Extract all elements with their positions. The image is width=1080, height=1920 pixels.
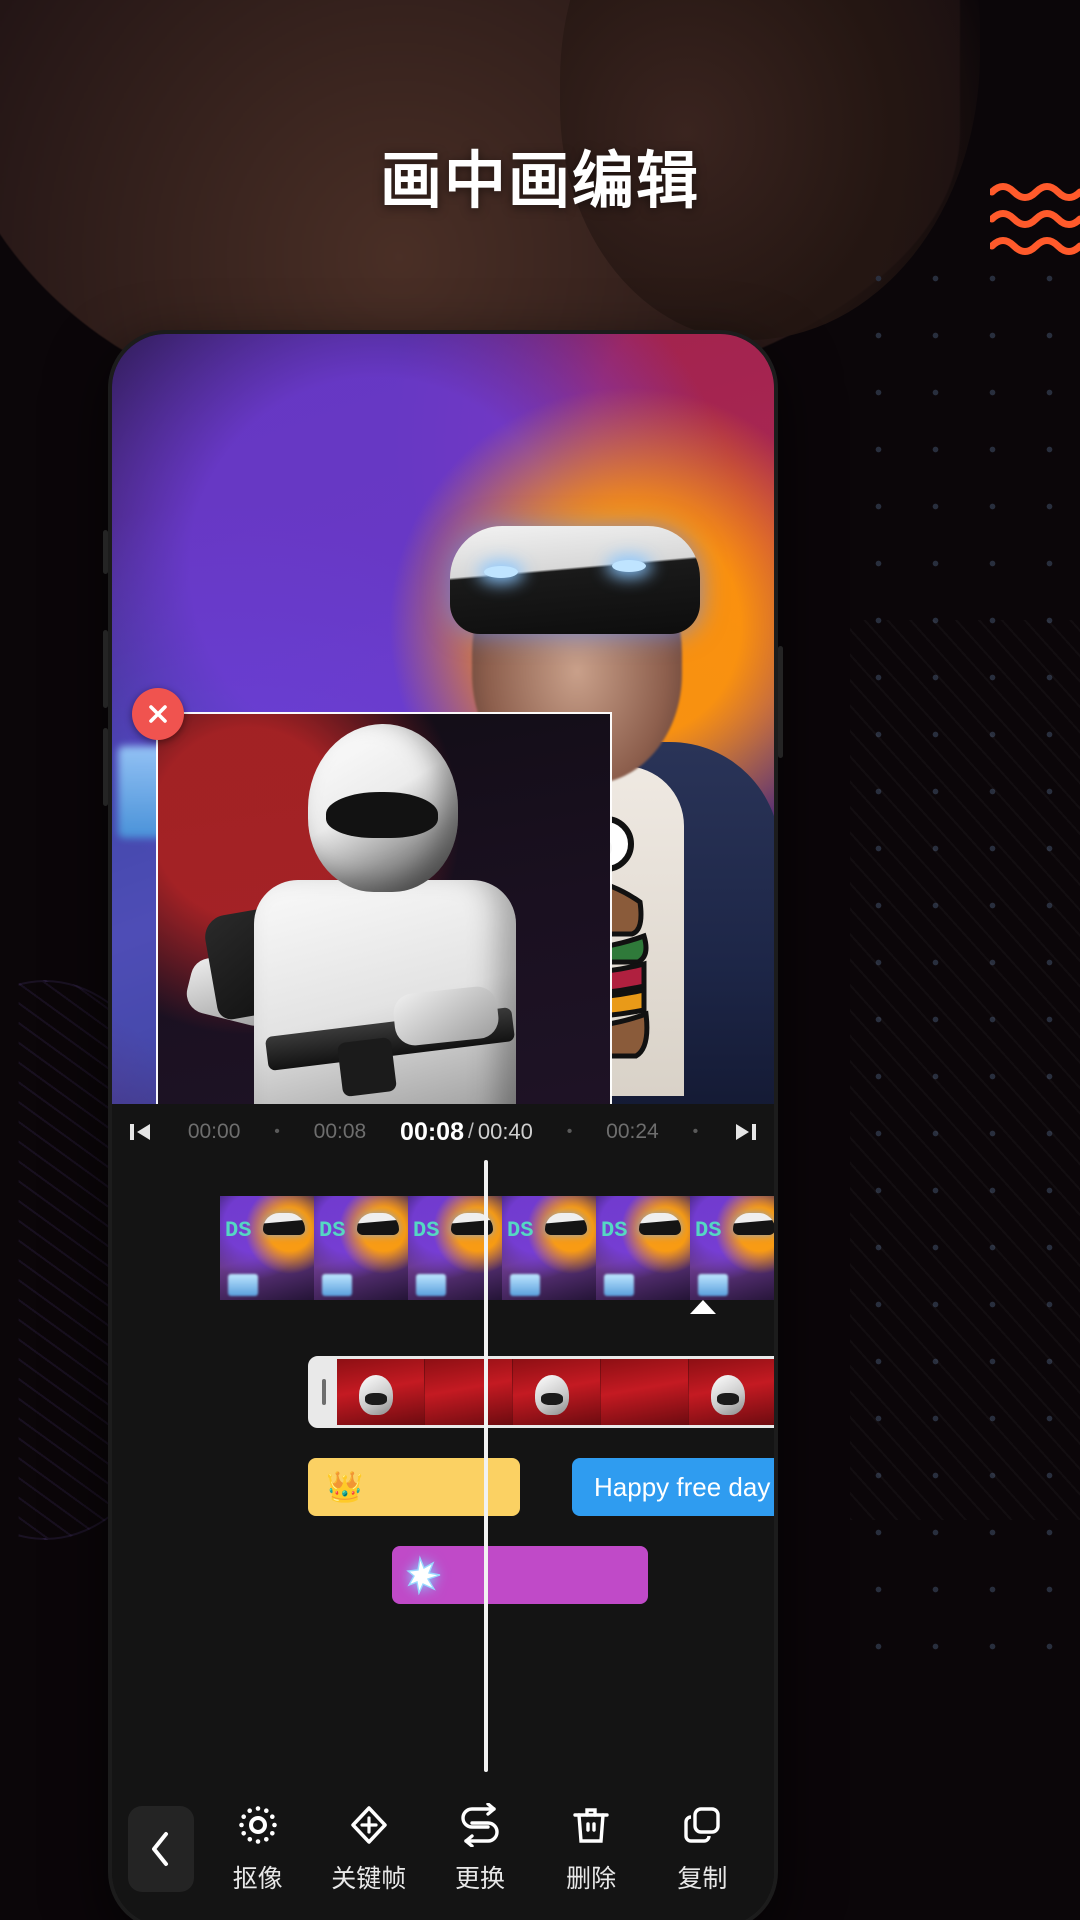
pip-overlay-image [158,714,610,1104]
spark-effect-icon [406,1555,441,1595]
thumbnail-monitor [510,1274,540,1296]
ruler-tick-1: 00:08 [313,1120,367,1143]
main-track-thumbnail[interactable]: DS [502,1196,596,1300]
headset-led-left [484,566,518,578]
main-video-track[interactable]: DS DS DS DS DS DS [220,1196,774,1300]
text-clip-label: Happy free day [594,1471,771,1502]
copy-icon [680,1803,724,1847]
pip-frame-strip [337,1359,774,1425]
total-time: 00:40 [477,1119,533,1144]
playhead[interactable] [484,1160,488,1772]
toolbar-item-replace[interactable]: 更换 [428,1803,532,1895]
back-button[interactable] [128,1806,194,1892]
time-separator: / [468,1120,474,1143]
chroma-key-icon [236,1803,280,1847]
thumbnail-monitor [322,1274,352,1296]
trooper-visor [326,792,438,838]
main-track-thumbnail[interactable]: DS [314,1196,408,1300]
track-selection-caret [690,1300,716,1314]
pip-video-track[interactable] [308,1356,774,1428]
thumbnail-overlay-text: DS [695,1218,722,1243]
sticker-clip-emoji: 👑 [326,1470,364,1504]
screen-root: 画中画编辑 00:00 • 00:08 00:08 / 00:40 • 00:2… [0,0,1080,1920]
thumbnail-overlay-text: DS [225,1218,252,1243]
current-time: 00:08 [400,1117,464,1146]
main-track-thumbnail[interactable]: DS [220,1196,314,1300]
ruler-dot-b: • [566,1123,573,1140]
sticker-clip[interactable]: 👑 [308,1458,520,1516]
keyframe-icon [347,1803,391,1847]
thumbnail-monitor [604,1274,634,1296]
phone-frame: 00:00 • 00:08 00:08 / 00:40 • 00:24 • DS… [103,330,783,1920]
ruler-dot-c: • [692,1123,699,1140]
page-title: 画中画编辑 [379,147,700,216]
thumbnail-overlay-text: DS [319,1218,346,1243]
vr-headset [450,526,700,634]
toolbar-item-label: 抠像 [232,1865,283,1893]
toolbar-item-keyframe[interactable]: 关键帧 [317,1803,421,1895]
text-clip[interactable]: Happy free day [572,1458,774,1516]
pip-track-thumbnail[interactable] [513,1359,601,1425]
close-icon [149,705,167,723]
pip-track-thumbnail[interactable] [601,1359,689,1425]
main-track-thumbnail[interactable]: DS [596,1196,690,1300]
phone-button-power [778,646,783,758]
timeline[interactable]: DS DS DS DS DS DS 👑 Happy free day [112,1160,774,1772]
diagonal-lines-pattern [850,620,1080,1520]
toolbar-item-trash[interactable]: 删除 [539,1803,643,1895]
pip-track-thumbnail[interactable] [425,1359,513,1425]
toolbar-item-label: 关键帧 [331,1865,407,1893]
toolbar-item-label: 删除 [566,1865,617,1893]
phone-button-volume-up [103,630,108,708]
bottom-toolbar: 抠像 关键帧 更换 删除 复制 [112,1772,774,1920]
thumbnail-overlay-text: DS [413,1218,440,1243]
trooper-blaster-grip [336,1036,398,1098]
ruler-dot-a: • [274,1123,280,1140]
ruler-tick-0: 00:00 [187,1120,241,1143]
toolbar-item-chroma-key[interactable]: 抠像 [206,1803,310,1895]
skip-to-end-icon[interactable] [732,1118,760,1146]
chevron-left-icon [152,1832,168,1866]
pip-track-thumbnail[interactable] [689,1359,774,1425]
toolbar-item-label: 复制 [677,1865,728,1893]
phone-screen: 00:00 • 00:08 00:08 / 00:40 • 00:24 • DS… [112,334,774,1920]
trash-icon [569,1803,613,1847]
effect-clip[interactable] [392,1546,648,1604]
thumbnail-monitor [698,1274,728,1296]
replace-icon [458,1803,502,1847]
phone-button-volume-down [103,728,108,806]
pip-track-thumbnail[interactable] [337,1359,425,1425]
main-track-thumbnail[interactable]: DS [690,1196,774,1300]
ruler-tick-2: 00:24 [606,1120,659,1143]
thumbnail-overlay-text: DS [507,1218,534,1243]
pip-overlay-box[interactable] [132,688,612,1104]
thumbnail-monitor [416,1274,446,1296]
toolbar-item-copy[interactable]: 复制 [650,1803,754,1895]
phone-button-mute [103,530,108,574]
headset-led-right [612,560,646,572]
skip-to-start-icon[interactable] [126,1118,154,1146]
time-ruler[interactable]: 00:00 • 00:08 00:08 / 00:40 • 00:24 • [112,1104,774,1160]
video-preview[interactable] [112,334,774,1104]
thumbnail-overlay-text: DS [601,1218,628,1243]
toolbar-item-label: 更换 [454,1865,505,1893]
pip-trim-handle-left[interactable] [311,1359,337,1425]
pip-close-button[interactable] [132,688,184,740]
thumbnail-monitor [228,1274,258,1296]
